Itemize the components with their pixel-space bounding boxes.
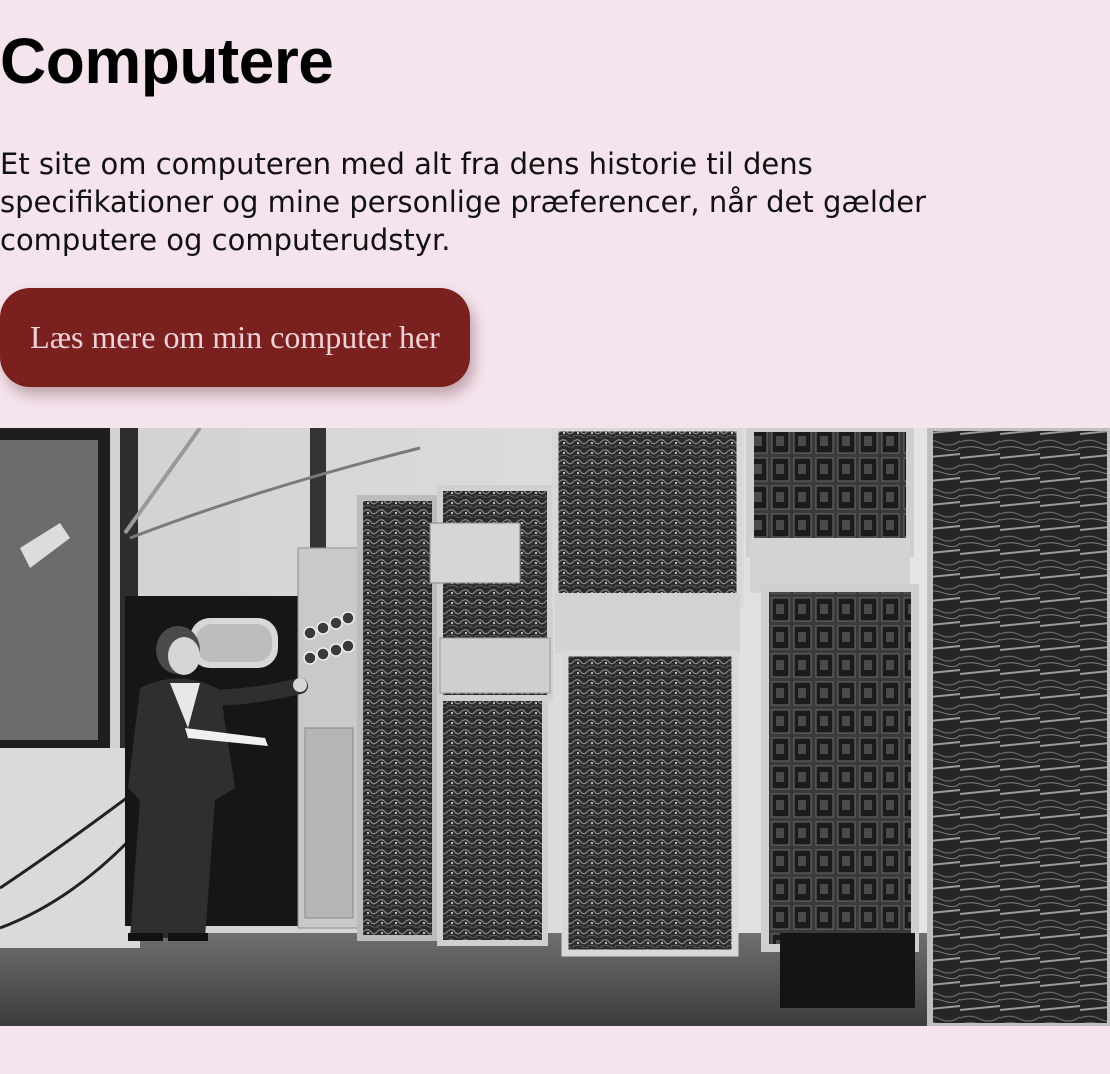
page-title: Computere: [0, 25, 334, 97]
read-more-button[interactable]: Læs mere om min computer her: [0, 288, 470, 387]
hero-image: [0, 428, 1110, 1026]
intro-text: Et site om computeren med alt fra dens h…: [0, 147, 927, 257]
